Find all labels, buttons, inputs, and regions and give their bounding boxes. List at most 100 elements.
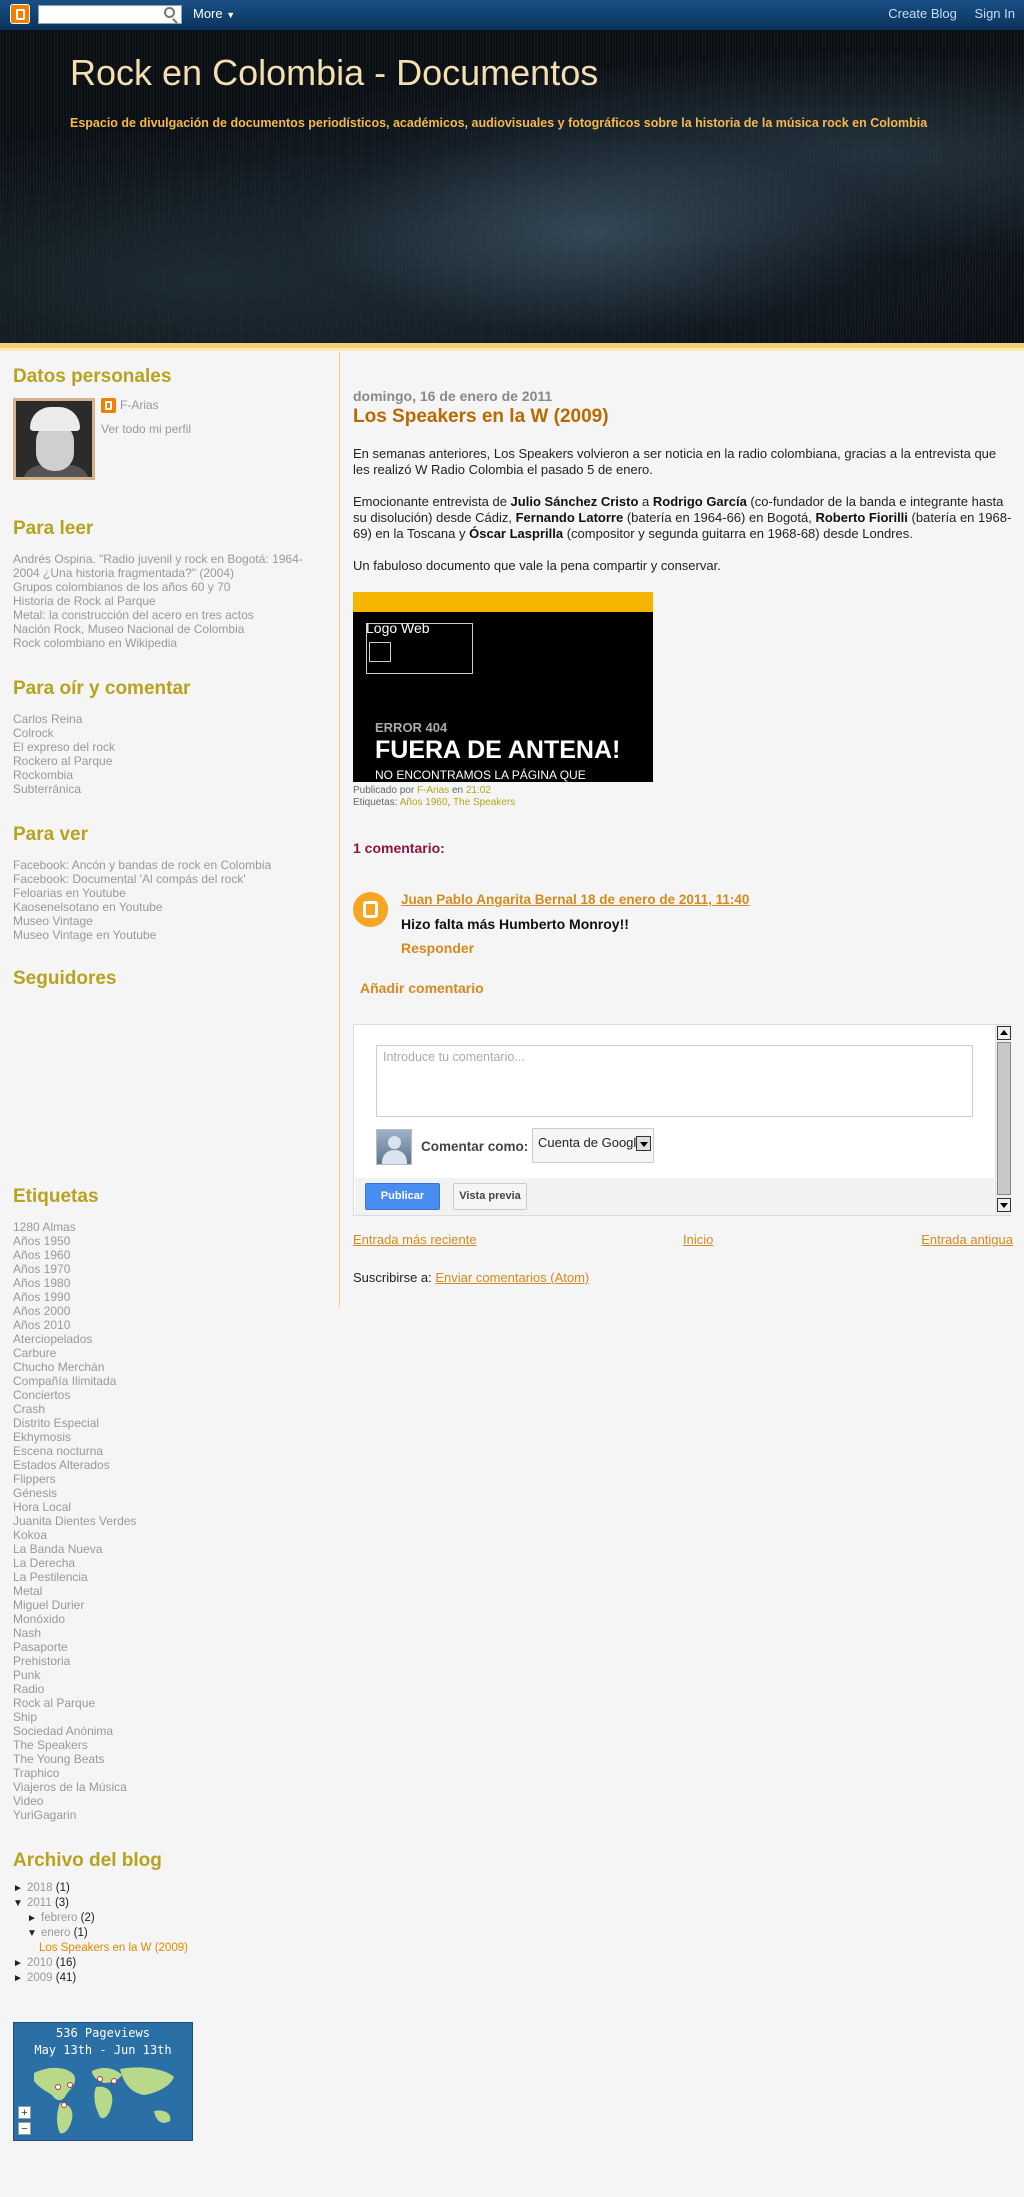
list-item[interactable]: El expreso del rock xyxy=(13,740,313,754)
label-list-item[interactable]: Flippers xyxy=(13,1472,313,1486)
scrollbar[interactable] xyxy=(995,1025,1011,1215)
search-icon[interactable] xyxy=(164,7,175,18)
label-list-item[interactable]: Ekhymosis xyxy=(13,1430,313,1444)
expand-toggle-icon[interactable]: ► xyxy=(13,1881,27,1896)
create-blog-link[interactable]: Create Blog xyxy=(888,6,957,21)
label-list-item[interactable]: Traphico xyxy=(13,1766,313,1780)
label-list-item[interactable]: Hora Local xyxy=(13,1500,313,1514)
label-list-item[interactable]: Metal xyxy=(13,1584,313,1598)
search-input[interactable] xyxy=(38,5,182,24)
label-list-item[interactable]: Estados Alterados xyxy=(13,1458,313,1472)
list-item[interactable]: Metal: la construcción del acero en tres… xyxy=(13,608,313,622)
list-item[interactable]: Nación Rock, Museo Nacional de Colombia xyxy=(13,622,313,636)
comment-author-link[interactable]: Juan Pablo Angarita Bernal 18 de enero d… xyxy=(401,892,749,907)
label-list-item[interactable]: Juanita Dientes Verdes xyxy=(13,1514,313,1528)
label-list-item[interactable]: Conciertos xyxy=(13,1388,313,1402)
list-item[interactable]: Carlos Reina xyxy=(13,712,313,726)
more-label[interactable]: More xyxy=(193,6,223,21)
label-list-item[interactable]: Rock al Parque xyxy=(13,1696,313,1710)
label-list-item[interactable]: Años 1980 xyxy=(13,1276,313,1290)
identity-select[interactable]: Cuenta de Google xyxy=(532,1128,654,1163)
pageviews-widget[interactable]: 536 Pageviews May 13th - Jun 13th + − xyxy=(13,2022,193,2141)
label-list-item[interactable]: La Pestilencia xyxy=(13,1570,313,1584)
label-list-item[interactable]: Punk xyxy=(13,1668,313,1682)
preview-button[interactable]: Vista previa xyxy=(453,1183,527,1210)
blog-title[interactable]: Rock en Colombia - Documentos xyxy=(70,52,598,94)
post-time-link[interactable]: 21:02 xyxy=(466,785,491,796)
archive-link[interactable]: 2010 xyxy=(27,1957,53,1969)
publish-button[interactable]: Publicar xyxy=(365,1183,440,1210)
label-list-item[interactable]: Kokoa xyxy=(13,1528,313,1542)
label-list-item[interactable]: Chucho Merchán xyxy=(13,1360,313,1374)
label-list-item[interactable]: Distrito Especial xyxy=(13,1416,313,1430)
label-list-item[interactable]: Ship xyxy=(13,1710,313,1724)
archive-link[interactable]: febrero xyxy=(41,1912,77,1924)
list-item[interactable]: Kaosenelsotano en Youtube xyxy=(13,900,313,914)
author-link[interactable]: F-Arias xyxy=(417,785,449,796)
label-list-item[interactable]: Años 1970 xyxy=(13,1262,313,1276)
label-list-item[interactable]: Años 1950 xyxy=(13,1234,313,1248)
label-list-item[interactable]: Pasaporte xyxy=(13,1640,313,1654)
label-list-item[interactable]: Años 2010 xyxy=(13,1318,313,1332)
post-title[interactable]: Los Speakers en la W (2009) xyxy=(353,406,609,428)
view-profile-link[interactable]: Ver todo mi perfil xyxy=(101,422,191,436)
list-item[interactable]: Feloarias en Youtube xyxy=(13,886,313,900)
add-comment-link[interactable]: Añadir comentario xyxy=(360,980,484,996)
collapse-toggle-icon[interactable]: ▼ xyxy=(13,1896,27,1911)
label-list-item[interactable]: YuriGagarin xyxy=(13,1808,313,1822)
label-list-item[interactable]: Carbure xyxy=(13,1346,313,1360)
expand-toggle-icon[interactable]: ► xyxy=(13,1956,27,1971)
archive-link[interactable]: 2018 xyxy=(27,1882,53,1894)
label-list-item[interactable]: Viajeros de la Música xyxy=(13,1780,313,1794)
list-item[interactable]: Facebook: Ancón y bandas de rock en Colo… xyxy=(13,858,313,872)
zoom-in-button[interactable]: + xyxy=(18,2106,31,2119)
list-item[interactable]: Rockombia xyxy=(13,768,313,782)
label-list-item[interactable]: Crash xyxy=(13,1402,313,1416)
chevron-down-icon[interactable] xyxy=(636,1136,651,1151)
home-link[interactable]: Inicio xyxy=(683,1232,713,1247)
reply-link[interactable]: Responder xyxy=(401,940,474,956)
list-item[interactable]: Museo Vintage en Youtube xyxy=(13,928,313,942)
label-list-item[interactable]: Años 2000 xyxy=(13,1304,313,1318)
list-item[interactable]: Grupos colombianos de los años 60 y 70 xyxy=(13,580,313,594)
label-list-item[interactable]: Años 1990 xyxy=(13,1290,313,1304)
label-list-item[interactable]: Sociedad Anónima xyxy=(13,1724,313,1738)
label-list-item[interactable]: Años 1960 xyxy=(13,1248,313,1262)
scroll-down-icon[interactable] xyxy=(997,1198,1011,1212)
label-list-item[interactable]: 1280 Almas xyxy=(13,1220,313,1234)
collapse-toggle-icon[interactable]: ▼ xyxy=(27,1926,41,1941)
embedded-frame[interactable]: Logo Web ERROR 404 FUERA DE ANTENA! NO E… xyxy=(353,592,653,782)
newer-post-link[interactable]: Entrada más reciente xyxy=(353,1232,477,1247)
label-list-item[interactable]: The Young Beats xyxy=(13,1752,313,1766)
label-list-item[interactable]: The Speakers xyxy=(13,1738,313,1752)
expand-toggle-icon[interactable]: ► xyxy=(27,1911,41,1926)
label-list-item[interactable]: Prehistoria xyxy=(13,1654,313,1668)
list-item[interactable]: Historia de Rock al Parque xyxy=(13,594,313,608)
label-list-item[interactable]: Escena nocturna xyxy=(13,1444,313,1458)
profile-name-link[interactable]: F-Arias xyxy=(120,398,159,412)
label-list-item[interactable]: Génesis xyxy=(13,1486,313,1500)
label-list-item[interactable]: Compañía Ilimitada xyxy=(13,1374,313,1388)
list-item[interactable]: Subterránica xyxy=(13,782,313,796)
archive-link[interactable]: 2011 xyxy=(27,1897,52,1909)
label-list-item[interactable]: Radio xyxy=(13,1682,313,1696)
list-item[interactable]: Rock colombiano en Wikipedia xyxy=(13,636,313,650)
archive-post-link[interactable]: Los Speakers en la W (2009) xyxy=(39,1942,188,1954)
archive-link[interactable]: enero xyxy=(41,1927,70,1939)
older-post-link[interactable]: Entrada antigua xyxy=(921,1232,1013,1247)
blogger-logo-icon[interactable] xyxy=(10,4,30,24)
expand-toggle-icon[interactable]: ► xyxy=(13,1971,27,1986)
comment-textarea[interactable]: Introduce tu comentario... xyxy=(376,1045,973,1117)
more-menu[interactable]: More ▼ xyxy=(193,6,235,21)
label-list-item[interactable]: La Banda Nueva xyxy=(13,1542,313,1556)
zoom-out-button[interactable]: − xyxy=(18,2122,31,2135)
scroll-thumb[interactable] xyxy=(997,1042,1011,1195)
list-item[interactable]: Colrock xyxy=(13,726,313,740)
list-item[interactable]: Facebook: Documental 'Al compás del rock… xyxy=(13,872,313,886)
avatar[interactable] xyxy=(13,398,95,480)
label-link[interactable]: The Speakers xyxy=(453,797,515,808)
label-list-item[interactable]: Aterciopelados xyxy=(13,1332,313,1346)
label-list-item[interactable]: Video xyxy=(13,1794,313,1808)
atom-feed-link[interactable]: Enviar comentarios (Atom) xyxy=(435,1270,589,1285)
scroll-up-icon[interactable] xyxy=(997,1026,1011,1040)
